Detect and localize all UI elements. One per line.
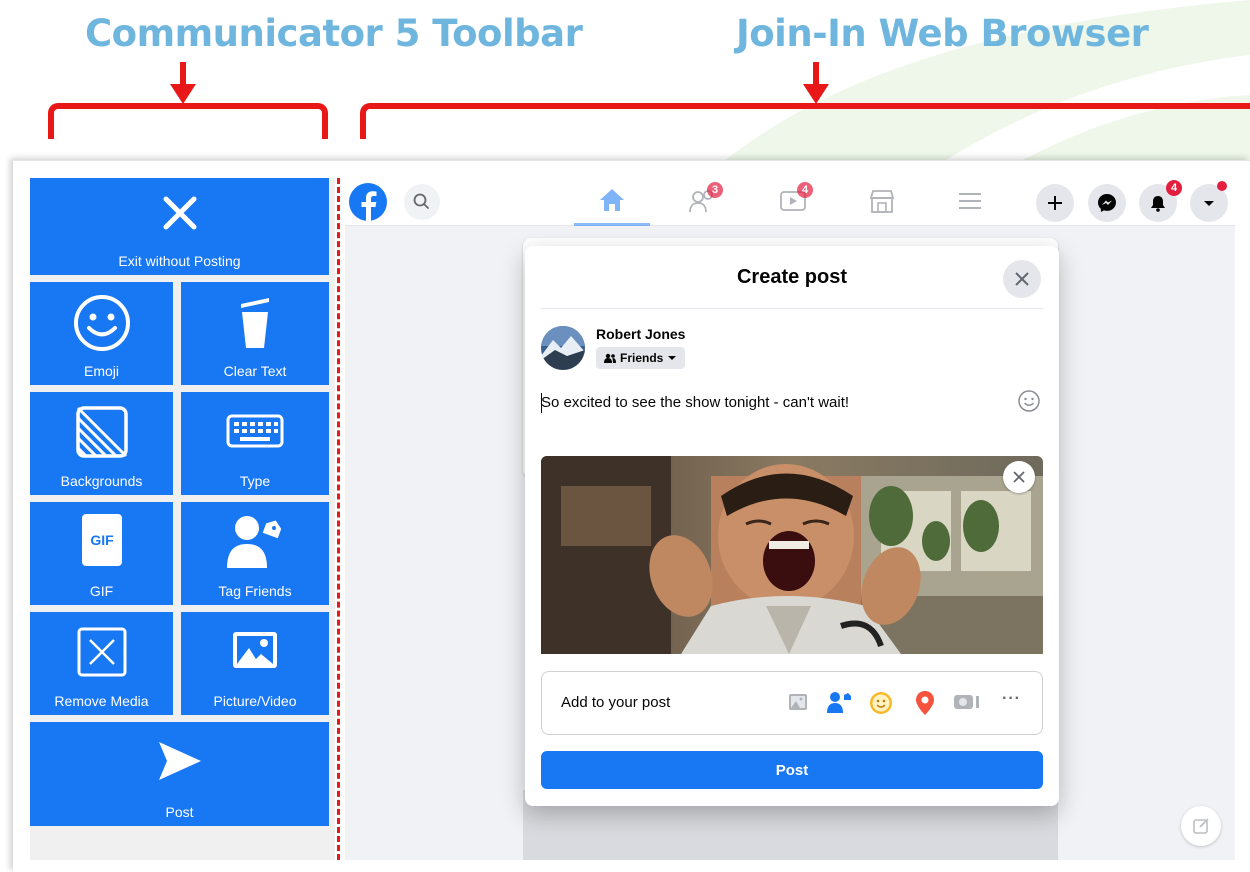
search-icon[interactable] bbox=[404, 184, 440, 220]
gif-button[interactable]: GIF GIF bbox=[30, 502, 173, 605]
emoji-button[interactable]: Emoji bbox=[30, 282, 173, 385]
toolbar-down-arrow bbox=[170, 62, 196, 104]
home-active-indicator bbox=[574, 223, 650, 226]
facebook-top-bar: 3 4 4 bbox=[345, 178, 1235, 226]
svg-text:GIF: GIF bbox=[90, 532, 114, 548]
create-post-dialog: Create post Robert Jones Friends So exci… bbox=[525, 246, 1059, 806]
gif-label: GIF bbox=[89, 583, 114, 599]
tag-friends-label: Tag Friends bbox=[218, 583, 292, 599]
toolbar-bracket bbox=[48, 103, 328, 139]
exit-without-posting-button[interactable]: Exit without Posting bbox=[30, 178, 329, 275]
clear-text-button[interactable]: Clear Text bbox=[181, 282, 329, 385]
facebook-logo-icon[interactable] bbox=[349, 183, 387, 221]
backgrounds-button[interactable]: Backgrounds bbox=[30, 392, 173, 495]
smiley-icon bbox=[73, 295, 130, 351]
caret-down-icon bbox=[668, 356, 677, 360]
gif-icon: GIF bbox=[81, 514, 122, 566]
trash-icon bbox=[241, 298, 269, 348]
feeling-icon[interactable] bbox=[868, 690, 894, 716]
bell-icon bbox=[1151, 196, 1165, 212]
browser-down-arrow bbox=[803, 62, 829, 104]
dialog-close-button[interactable] bbox=[1003, 260, 1041, 298]
tag-person-icon bbox=[227, 516, 282, 568]
audience-label: Friends bbox=[620, 351, 664, 365]
marketplace-icon[interactable] bbox=[867, 186, 897, 216]
live-video-icon[interactable] bbox=[953, 690, 983, 714]
location-pin-icon[interactable] bbox=[914, 690, 936, 716]
picture-video-label: Picture/Video bbox=[213, 693, 297, 709]
more-options-icon[interactable]: ··· bbox=[1002, 690, 1021, 708]
plus-icon bbox=[1048, 196, 1062, 210]
add-to-post-bar: Add to your post ··· bbox=[541, 671, 1043, 735]
type-button[interactable]: Type bbox=[181, 392, 329, 495]
new-message-button[interactable] bbox=[1181, 806, 1221, 846]
post-toolbar-button[interactable]: Post bbox=[30, 722, 329, 826]
remove-media-button[interactable]: Remove Media bbox=[30, 612, 173, 715]
post-text-input[interactable]: So excited to see the show tonight - can… bbox=[541, 394, 849, 411]
keyboard-icon bbox=[226, 414, 284, 448]
picture-icon bbox=[233, 632, 277, 668]
remove-media-close-button[interactable] bbox=[1003, 461, 1035, 493]
tag-friends-button[interactable]: Tag Friends bbox=[181, 502, 329, 605]
create-plus-button[interactable] bbox=[1036, 184, 1074, 222]
communicator-toolbar: Exit without Posting Emoji Clear Text Ba… bbox=[30, 178, 335, 860]
post-toolbar-label: Post bbox=[165, 804, 194, 820]
browser-heading: Join-In Web Browser bbox=[736, 12, 1149, 55]
edit-icon bbox=[1193, 818, 1209, 834]
exit-without-posting-label: Exit without Posting bbox=[118, 253, 241, 269]
account-alert-dot bbox=[1217, 181, 1227, 191]
messenger-button[interactable] bbox=[1088, 184, 1126, 222]
caret-down-icon bbox=[1204, 201, 1214, 206]
background-icon bbox=[75, 406, 128, 458]
dialog-title: Create post bbox=[736, 266, 848, 288]
add-to-post-label: Add to your post bbox=[561, 694, 671, 711]
screenshot-root: Communicator 5 Toolbar Join-In Web Brows… bbox=[0, 0, 1250, 872]
home-icon[interactable] bbox=[598, 186, 626, 214]
toolbar-heading: Communicator 5 Toolbar bbox=[85, 12, 583, 55]
picture-video-button[interactable]: Picture/Video bbox=[181, 612, 329, 715]
divider-dashed-line bbox=[337, 178, 340, 860]
send-icon bbox=[158, 742, 201, 780]
post-button[interactable]: Post bbox=[541, 751, 1043, 789]
remove-media-icon bbox=[77, 627, 126, 677]
friends-badge: 3 bbox=[707, 182, 723, 198]
user-name: Robert Jones bbox=[596, 326, 686, 342]
backgrounds-label: Backgrounds bbox=[60, 473, 143, 489]
close-icon bbox=[1013, 471, 1025, 483]
browser-bracket bbox=[360, 103, 1250, 139]
tag-people-icon[interactable] bbox=[826, 690, 852, 714]
type-label: Type bbox=[239, 473, 271, 489]
photo-video-icon[interactable] bbox=[786, 690, 810, 714]
remove-media-label: Remove Media bbox=[54, 693, 149, 709]
menu-icon[interactable] bbox=[955, 186, 985, 216]
join-in-browser: 3 4 4 Create post Robert Jones Friends S… bbox=[345, 178, 1235, 860]
notifications-badge: 4 bbox=[1166, 180, 1182, 196]
close-icon bbox=[163, 196, 196, 230]
avatar bbox=[541, 326, 585, 370]
emoji-label: Emoji bbox=[83, 363, 119, 379]
audience-selector[interactable]: Friends bbox=[596, 347, 686, 369]
clear-text-label: Clear Text bbox=[223, 363, 287, 379]
close-icon bbox=[1015, 272, 1029, 286]
dialog-separator bbox=[541, 308, 1043, 309]
messenger-icon bbox=[1098, 194, 1116, 212]
attached-gif-media bbox=[541, 456, 1043, 654]
friends-icon bbox=[604, 353, 616, 363]
watch-badge: 4 bbox=[797, 182, 813, 198]
emoji-picker-icon[interactable] bbox=[1016, 388, 1042, 414]
